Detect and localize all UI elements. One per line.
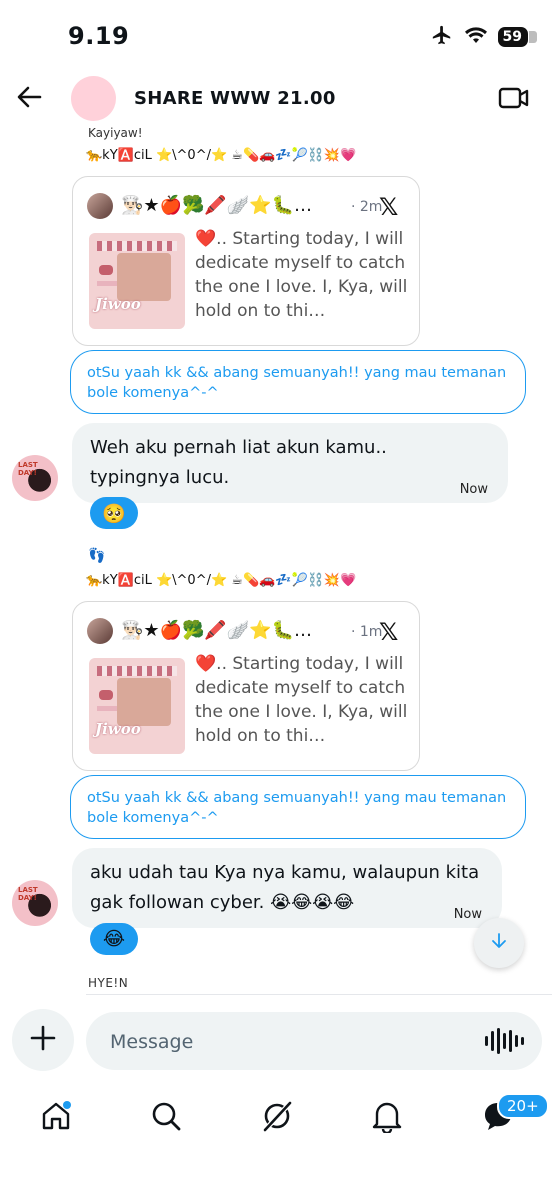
reply-context-bubble[interactable]: otSu yaah kk && abang semuanyah!! yang m… — [70, 350, 526, 414]
shared-post-card[interactable]: 👨🏻‍🍳★🍎🥦🖍️🪽⭐🐛… · 1m 𝕏 Jiwoo ❤️.. Starting… — [72, 601, 420, 771]
battery-indicator: 59 — [497, 27, 538, 47]
x-logo-icon: 𝕏 — [379, 618, 399, 646]
post-image: Jiwoo — [89, 658, 185, 754]
conversation-title[interactable]: SHARE WWW 21.00 — [134, 88, 336, 109]
post-image-text: Jiwoo — [95, 720, 141, 738]
search-icon[interactable] — [146, 1096, 186, 1136]
plus-icon — [30, 1020, 56, 1060]
message-reaction[interactable]: 😂 — [90, 923, 138, 955]
messages-badge: 20+ — [497, 1093, 549, 1119]
message-input-container[interactable] — [86, 1012, 542, 1070]
voice-wave-icon[interactable] — [485, 1028, 524, 1054]
add-media-button[interactable] — [12, 1009, 74, 1071]
post-image-text: Jiwoo — [95, 295, 141, 313]
post-image: Jiwoo — [89, 233, 185, 329]
message-bubble[interactable]: Weh aku pernah liat akun kamu.. typingny… — [72, 423, 508, 503]
x-logo-icon: 𝕏 — [379, 193, 399, 221]
post-time: · 1m — [351, 624, 383, 640]
sender-bio-line: 🐆kY🅰️ciL ⭐\^0^/⭐ ☕💊🚗💤🎾⛓️💥💗 — [86, 573, 357, 588]
message-time: Now — [459, 482, 488, 497]
message-bubble[interactable]: aku udah tau Kya nya kamu, walaupun kita… — [72, 848, 502, 928]
post-text: ❤️.. Starting today, I will dedicate mys… — [195, 654, 408, 746]
post-author-avatar — [87, 618, 113, 644]
message-text: aku udah tau Kya nya kamu, walaupun kita… — [90, 862, 480, 913]
divider — [86, 994, 552, 995]
bell-icon[interactable] — [367, 1096, 407, 1136]
status-time: 9.19 — [68, 22, 130, 50]
message-time: Now — [453, 907, 482, 922]
post-author-name: 👨🏻‍🍳★🍎🥦🖍️🪽⭐🐛… — [121, 195, 313, 216]
back-arrow-icon[interactable] — [14, 82, 44, 116]
avatar[interactable]: LAST DAY! — [12, 880, 58, 926]
reply-context-bubble[interactable]: otSu yaah kk && abang semuanyah!! yang m… — [70, 775, 526, 839]
post-text: ❤️.. Starting today, I will dedicate mys… — [195, 229, 408, 321]
video-call-icon[interactable] — [498, 84, 530, 116]
sender-name: HYE!N — [88, 976, 129, 990]
wifi-icon — [464, 25, 488, 49]
message-reaction[interactable]: 🥺 — [90, 497, 138, 529]
conversation-avatar[interactable] — [71, 76, 116, 121]
post-author-name: 👨🏻‍🍳★🍎🥦🖍️🪽⭐🐛… — [121, 620, 313, 641]
avatar-label: LAST DAY! — [18, 461, 38, 477]
avatar-label: LAST DAY! — [18, 886, 38, 902]
status-icons: 59 — [430, 24, 538, 50]
grok-icon[interactable] — [257, 1096, 297, 1136]
message-text: Weh aku pernah liat akun kamu.. typingny… — [90, 437, 387, 488]
post-author-avatar — [87, 193, 113, 219]
message-input[interactable] — [108, 1026, 472, 1058]
airplane-icon — [430, 24, 454, 50]
avatar[interactable]: LAST DAY! — [12, 455, 58, 501]
home-icon[interactable] — [36, 1096, 76, 1136]
sender-bio-line: 🐆kY🅰️ciL ⭐\^0^/⭐ ☕💊🚗💤🎾⛓️💥💗 — [86, 148, 357, 163]
shared-post-card[interactable]: 👨🏻‍🍳★🍎🥦🖍️🪽⭐🐛… · 2m 𝕏 Jiwoo ❤️.. Starting… — [72, 176, 420, 346]
scroll-down-button[interactable] — [474, 918, 524, 968]
sender-name: 👣 — [88, 548, 106, 564]
scroll-down-icon — [490, 931, 508, 956]
sender-name: Kayiyaw! — [88, 126, 143, 140]
post-time: · 2m — [351, 199, 383, 215]
